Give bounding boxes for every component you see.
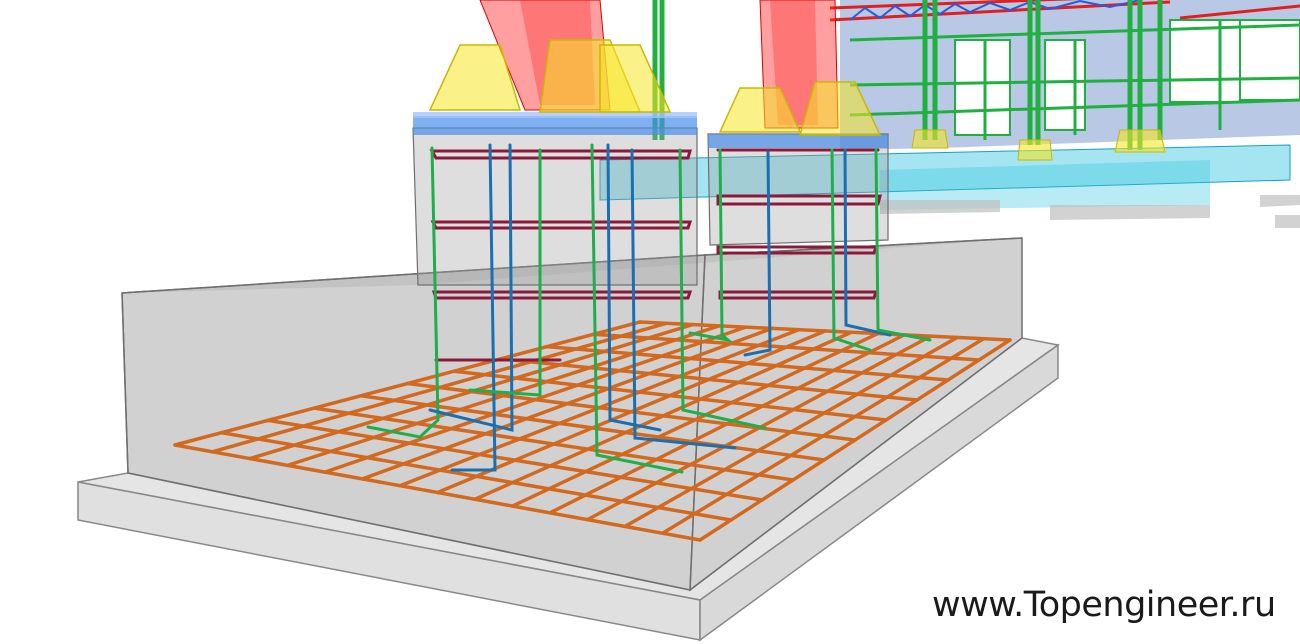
- ground-beams: [599, 144, 1300, 228]
- pedestal-left: [412, 112, 698, 286]
- background-building: [599, 0, 1300, 228]
- structural-3d-model: [77, 0, 1300, 642]
- watermark-text: www.Topengineer.ru: [932, 585, 1276, 625]
